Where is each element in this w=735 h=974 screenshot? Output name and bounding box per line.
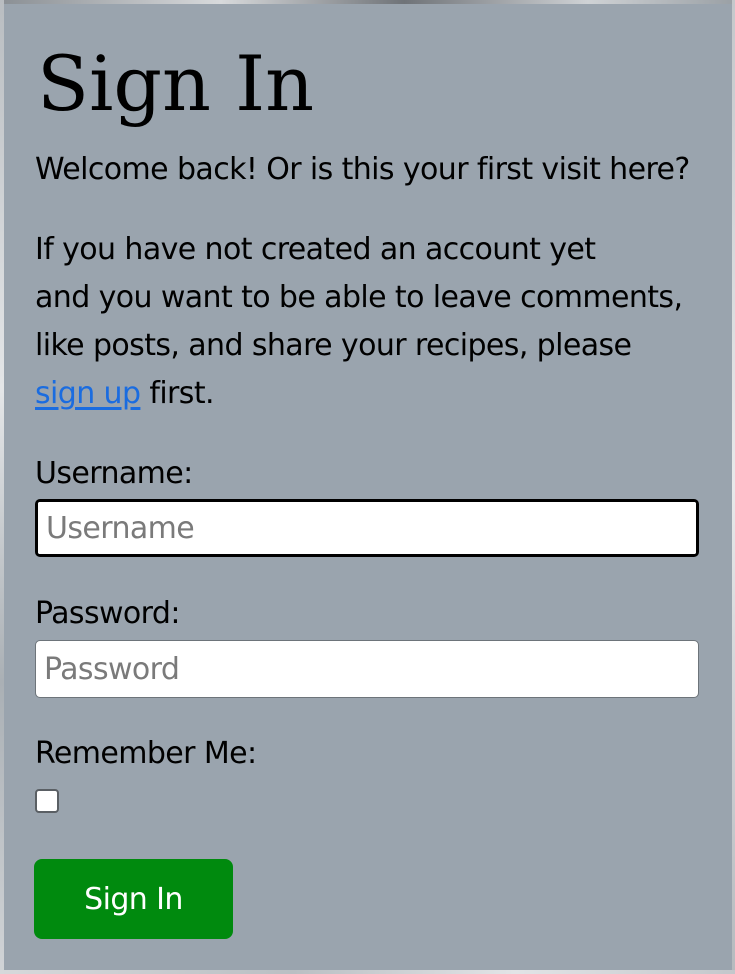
page-title: Sign In — [37, 39, 315, 128]
signup-info-text: If you have not created an account yet a… — [35, 226, 683, 418]
username-input[interactable] — [35, 499, 699, 557]
remember-me-label: Remember Me: — [35, 736, 257, 771]
info-line-2: and you want to be able to leave comment… — [35, 280, 683, 315]
username-label: Username: — [35, 456, 193, 491]
info-line-3: like posts, and share your recipes, plea… — [35, 328, 632, 363]
background-photo-edge-bottom — [0, 970, 735, 974]
remember-me-checkbox[interactable] — [35, 789, 59, 813]
info-tail: first. — [140, 376, 214, 411]
sign-in-button[interactable]: Sign In — [34, 859, 233, 939]
welcome-text: Welcome back! Or is this your first visi… — [35, 152, 690, 187]
signup-link[interactable]: sign up — [35, 376, 141, 411]
signin-card: Sign In Welcome back! Or is this your fi… — [4, 4, 732, 970]
password-label: Password: — [35, 596, 180, 631]
info-line-1: If you have not created an account yet — [35, 232, 596, 267]
password-input[interactable] — [35, 640, 699, 698]
info-line-4: sign up first. — [35, 370, 682, 418]
